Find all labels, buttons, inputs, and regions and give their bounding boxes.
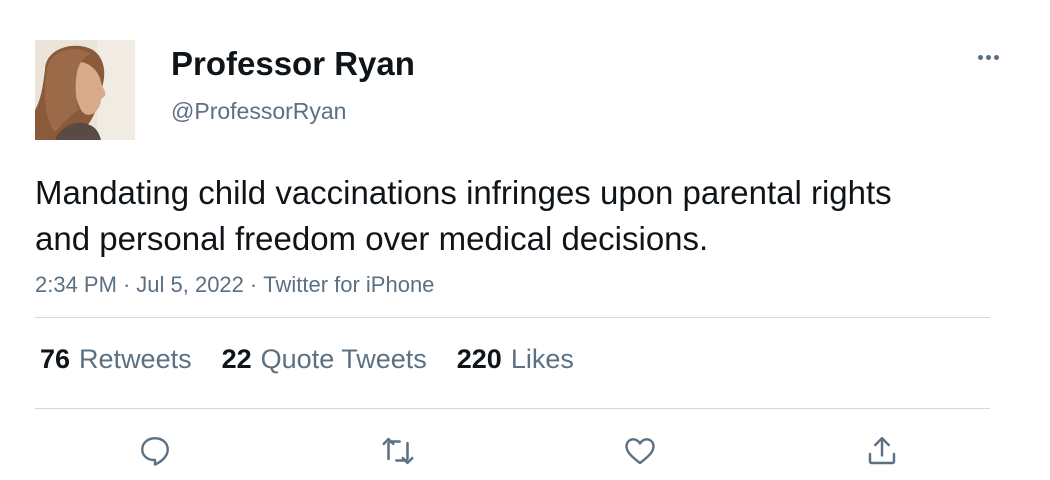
divider (35, 317, 990, 318)
retweets-label: Retweets (79, 344, 192, 374)
tweet-time[interactable]: 2:34 PM (35, 272, 117, 297)
retweets-count: 76 (40, 344, 71, 374)
action-bar (0, 428, 1050, 474)
heart-icon (625, 438, 655, 465)
likes-label: Likes (510, 344, 574, 374)
like-button[interactable] (617, 428, 663, 474)
reply-bubble-icon (141, 437, 169, 466)
tweet-source[interactable]: Twitter for iPhone (263, 272, 434, 297)
retweets-stat[interactable]: 76 Retweets (40, 340, 192, 378)
avatar-photo (35, 40, 135, 140)
quote-tweets-count: 22 (221, 344, 252, 374)
quote-tweets-label: Quote Tweets (260, 344, 427, 374)
share-upload-icon (868, 437, 896, 465)
quote-tweets-stat[interactable]: 22 Quote Tweets (222, 340, 427, 378)
more-dot (993, 54, 999, 60)
author-display-name[interactable]: Professor Ryan (171, 44, 415, 84)
meta-separator: · (122, 272, 131, 297)
tweet-meta: 2:34 PM · Jul 5, 2022 · Twitter for iPhone (35, 270, 434, 300)
retweet-button[interactable] (375, 428, 421, 474)
retweet-arrows-icon (382, 437, 414, 465)
more-horizontal-icon (977, 54, 983, 60)
more-options-button[interactable] (968, 42, 1008, 72)
tweet-text: Mandating child vaccinations infringes u… (35, 174, 892, 257)
meta-separator: · (249, 272, 258, 297)
divider (35, 408, 990, 409)
engagement-stats: 76 Retweets 22 Quote Tweets 220 Likes (40, 340, 604, 378)
tweet-date[interactable]: Jul 5, 2022 (136, 272, 244, 297)
tweet-card: Professor Ryan @ProfessorRyan Mandating … (0, 0, 1050, 480)
likes-count: 220 (456, 344, 502, 374)
author-handle[interactable]: @ProfessorRyan (171, 96, 346, 126)
share-button[interactable] (859, 428, 905, 474)
more-dot (985, 54, 991, 60)
reply-button[interactable] (132, 428, 178, 474)
likes-stat[interactable]: 220 Likes (457, 340, 574, 378)
avatar[interactable] (35, 40, 135, 140)
